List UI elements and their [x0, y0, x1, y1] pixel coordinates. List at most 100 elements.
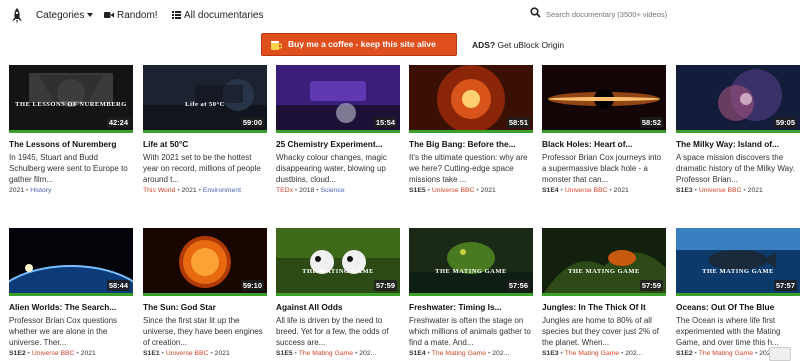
category-tag[interactable]: The Mating Game — [699, 350, 753, 357]
episode-number: S1E4 — [409, 350, 426, 357]
category-tag[interactable]: This World — [143, 187, 175, 194]
video-camera-icon — [104, 12, 114, 19]
documentary-title[interactable]: Alien Worlds: The Search... — [9, 302, 133, 312]
ads-notice: ADS? Get uBlock Origin — [472, 40, 564, 50]
documentary-thumbnail[interactable]: THE MATING GAME 57:59 — [276, 228, 400, 296]
documentary-card[interactable]: 58:51 The Big Bang: Before the... It's the… — [409, 65, 533, 194]
documentary-card[interactable]: THE MATING GAME 57:56 Freshwater: Timing I… — [409, 228, 533, 357]
documentary-title[interactable]: The Big Bang: Before the... — [409, 139, 533, 149]
documentary-meta: S1E4 • The Mating Game • 202... — [409, 350, 510, 357]
duration-badge: 59:10 — [240, 280, 264, 291]
list-icon — [172, 11, 181, 20]
thumbnail-progress-bar — [276, 293, 400, 296]
documentary-card[interactable]: Life at 50°C 59:00 Life at 50°C With 2021 s… — [143, 65, 267, 194]
release-year: 2021 — [214, 350, 230, 357]
documentary-card[interactable]: THE MATING GAME 57:57 Oceans: Out Of The B… — [676, 228, 800, 357]
documentary-title[interactable]: 25 Chemistry Experiment... — [276, 139, 400, 149]
documentary-card[interactable]: 15:54 25 Chemistry Experiment... Whacky co… — [276, 65, 400, 194]
thumbnail-progress-bar — [542, 130, 666, 133]
documentary-thumbnail[interactable]: THE LESSONS OF NUREMBERG 42:24 — [9, 65, 133, 133]
category-tag[interactable]: Universe BBC — [565, 187, 608, 194]
all-documentaries-link[interactable]: All documentaries — [172, 10, 263, 21]
random-link[interactable]: Random! — [104, 10, 158, 21]
documentary-thumbnail[interactable]: THE MATING GAME 57:57 — [676, 228, 800, 296]
category-tag[interactable]: TEDx — [276, 187, 293, 194]
category-tag[interactable]: Science — [320, 187, 344, 194]
documentary-meta: S1E5 • Universe BBC • 2021 — [409, 187, 496, 194]
documentary-thumbnail[interactable]: 58:52 — [542, 65, 666, 133]
documentary-thumbnail[interactable]: 59:10 — [143, 228, 267, 296]
duration-badge: 57:59 — [373, 280, 397, 291]
documentary-meta: TEDx • 2018 • Science — [276, 187, 345, 194]
documentary-title[interactable]: Oceans: Out Of The Blue — [676, 302, 800, 312]
documentary-card[interactable]: THE MATING GAME 57:59 Jungles: In The Thic… — [542, 228, 666, 357]
duration-badge: 42:24 — [106, 117, 130, 128]
thumbnail-progress-bar — [276, 130, 400, 133]
category-tag[interactable]: The Mating Game — [565, 350, 619, 357]
release-year: 2021 — [480, 187, 496, 194]
rocket-logo-icon[interactable] — [10, 8, 24, 24]
documentary-title[interactable]: Jungles: In The Thick Of It — [542, 302, 666, 312]
ads-question: ADS? — [472, 40, 496, 50]
thumbnail-progress-bar — [676, 293, 800, 296]
documentary-title[interactable]: The Milky Way: Island of... — [676, 139, 800, 149]
thumbnail-progress-bar — [9, 130, 133, 133]
buy-coffee-button[interactable]: Buy me a coffee - keep this site alive — [261, 33, 457, 56]
episode-number: S1E3 — [676, 187, 693, 194]
episode-number: S1E3 — [542, 350, 559, 357]
search-input[interactable] — [546, 6, 786, 22]
documentary-description: All life is driven by the need to breed.… — [276, 316, 389, 347]
category-tag[interactable]: Environment — [203, 187, 241, 194]
thumbnail-caption: THE MATING GAME — [568, 268, 640, 275]
documentary-title[interactable]: Against All Odds — [276, 302, 400, 312]
category-tag[interactable]: The Mating Game — [432, 350, 486, 357]
documentary-thumbnail[interactable]: THE MATING GAME 57:59 — [542, 228, 666, 296]
thumbnail-progress-bar — [409, 293, 533, 296]
documentary-title[interactable]: The Lessons of Nuremberg — [9, 139, 133, 149]
documentary-title[interactable]: Life at 50°C — [143, 139, 267, 149]
documentary-title[interactable]: Black Holes: Heart of... — [542, 139, 666, 149]
documentary-title[interactable]: Freshwater: Timing Is... — [409, 302, 533, 312]
episode-number: S1E4 — [542, 187, 559, 194]
documentary-thumbnail[interactable]: 58:51 — [409, 65, 533, 133]
documentary-thumbnail[interactable]: THE MATING GAME 57:56 — [409, 228, 533, 296]
documentary-meta: S1E4 • Universe BBC • 2021 — [542, 187, 629, 194]
documentary-thumbnail[interactable]: 58:44 — [9, 228, 133, 296]
documentary-meta: S1E3 • Universe BBC • 2021 — [676, 187, 763, 194]
category-tag[interactable]: Universe BBC — [432, 187, 475, 194]
top-navigation-bar: Categories Random! All documentaries — [0, 0, 800, 32]
category-tag[interactable]: Universe BBC — [699, 187, 742, 194]
category-tag[interactable]: The Mating Game — [299, 350, 353, 357]
duration-badge: 58:52 — [639, 117, 663, 128]
documentary-meta: S1E1 • Universe BBC • 2021 — [143, 350, 230, 357]
caret-down-icon — [87, 13, 94, 18]
documentary-thumbnail[interactable]: 59:05 — [676, 65, 800, 133]
release-year: 2021 — [9, 187, 25, 194]
documentary-description: Professor Brian Cox journeys into a supe… — [542, 153, 662, 184]
duration-badge: 58:44 — [106, 280, 130, 291]
episode-number: S1E5 — [276, 350, 293, 357]
documentary-title[interactable]: The Sun: God Star — [143, 302, 267, 312]
episode-number: S1E1 — [143, 350, 160, 357]
documentary-card[interactable]: 58:52 Black Holes: Heart of... Professor B… — [542, 65, 666, 194]
documentary-card[interactable]: 58:44 Alien Worlds: The Search... Professo… — [9, 228, 133, 357]
episode-number: S1E2 — [9, 350, 26, 357]
documentary-description: Since the first star lit up the universe… — [143, 316, 263, 347]
thumbnail-caption: THE MATING GAME — [702, 268, 774, 275]
documentary-thumbnail[interactable]: Life at 50°C 59:00 — [143, 65, 267, 133]
documentary-meta: S1E5 • The Mating Game • 202... — [276, 350, 377, 357]
documentary-description: Jungles are home to 80% of all species b… — [542, 316, 659, 347]
category-tag[interactable]: Universe BBC — [166, 350, 209, 357]
documentary-card[interactable]: 59:10 The Sun: God Star Since the first st… — [143, 228, 267, 357]
documentary-card[interactable]: 59:05 The Milky Way: Island of... A space … — [676, 65, 800, 194]
category-tag[interactable]: Universe BBC — [32, 350, 75, 357]
documentary-description: In 1945, Stuart and Budd Schulberg were … — [9, 153, 128, 184]
documentary-card[interactable]: THE LESSONS OF NUREMBERG 42:24 The Lessons… — [9, 65, 133, 194]
scroll-to-top-button[interactable] — [769, 347, 791, 361]
documentary-card[interactable]: THE MATING GAME 57:59 Against All Odds All … — [276, 228, 400, 357]
category-tag[interactable]: History — [30, 187, 51, 194]
documentary-thumbnail[interactable]: 15:54 — [276, 65, 400, 133]
search-icon[interactable] — [530, 7, 541, 18]
categories-dropdown[interactable]: Categories — [36, 10, 94, 21]
thumbnail-caption: THE MATING GAME — [435, 268, 507, 275]
